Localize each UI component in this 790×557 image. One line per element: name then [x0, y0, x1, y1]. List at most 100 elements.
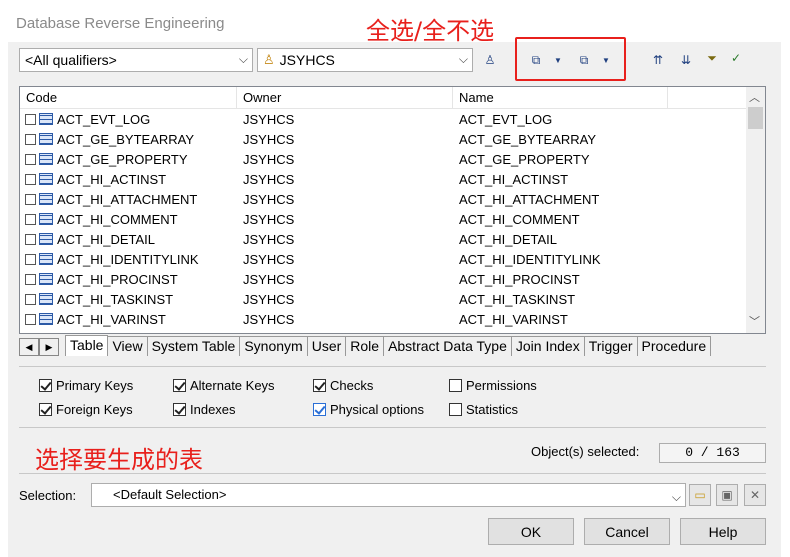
row-name: ACT_HI_IDENTITYLINK	[459, 251, 601, 267]
row-checkbox[interactable]	[25, 173, 36, 185]
checks-checkbox[interactable]	[313, 379, 326, 392]
tab-abstract-data-type[interactable]: Abstract Data Type	[384, 336, 512, 356]
deselect-all-dropdown-icon[interactable]: ▼	[596, 50, 616, 70]
delete-icon[interactable]: ✕	[744, 484, 766, 506]
separator	[19, 473, 766, 474]
row-checkbox[interactable]	[25, 113, 36, 125]
save-icon[interactable]: ▣	[716, 484, 738, 506]
row-code: ACT_GE_BYTEARRAY	[57, 131, 195, 147]
row-owner: JSYHCS	[243, 211, 295, 227]
row-checkbox[interactable]	[25, 193, 36, 205]
table-row[interactable]: ACT_HI_TASKINST JSYHCS ACT_HI_TASKINST	[20, 289, 746, 309]
table-row[interactable]: ACT_HI_DETAIL JSYHCS ACT_HI_DETAIL	[20, 229, 746, 249]
object-list[interactable]: Code Owner Name ACT_EVT_LOG JSYHCS ACT_EVT…	[19, 86, 766, 334]
column-header-code[interactable]: Code	[20, 87, 237, 109]
tab-system-table[interactable]: System Table	[147, 336, 241, 356]
column-header-owner[interactable]: Owner	[237, 87, 453, 109]
filter-check-icon[interactable]: ✓	[726, 48, 746, 68]
option-permissions[interactable]: Permissions	[449, 378, 537, 393]
row-checkbox[interactable]	[25, 233, 36, 245]
option-alternate-keys[interactable]: Alternate Keys	[173, 378, 275, 393]
table-icon	[39, 313, 53, 325]
row-name: ACT_HI_DETAIL	[459, 231, 558, 247]
table-row[interactable]: ACT_GE_BYTEARRAY JSYHCS ACT_GE_BYTEARRAY	[20, 129, 746, 149]
table-row[interactable]: ACT_HI_ACTINST JSYHCS ACT_HI_ACTINST	[20, 169, 746, 189]
owner-select[interactable]: ♙ JSYHCS ⌵	[257, 48, 473, 72]
option-primary-keys[interactable]: Primary Keys	[39, 378, 133, 393]
option-statistics[interactable]: Statistics	[449, 402, 518, 417]
option-checks[interactable]: Checks	[313, 378, 373, 393]
row-name: ACT_GE_BYTEARRAY	[459, 131, 597, 147]
tab-role[interactable]: Role	[346, 336, 385, 356]
row-checkbox[interactable]	[25, 253, 36, 265]
row-name: ACT_HI_ATTACHMENT	[459, 191, 600, 207]
option-physical-options[interactable]: Physical options	[313, 402, 424, 417]
tab-table[interactable]: Table	[65, 335, 109, 356]
open-folder-icon[interactable]: ▭	[689, 484, 711, 506]
table-row[interactable]: ACT_HI_ATTACHMENT JSYHCS ACT_HI_ATTACHMENT	[20, 189, 746, 209]
table-row[interactable]: ACT_EVT_LOG JSYHCS ACT_EVT_LOG	[20, 109, 746, 129]
row-owner: JSYHCS	[243, 171, 295, 187]
move-up-icon[interactable]: ⇈	[648, 50, 668, 70]
object-type-tabs: ◀ ▶ Table View System Table Synonym User…	[19, 335, 766, 356]
table-icon	[39, 293, 53, 305]
primary-keys-checkbox[interactable]	[39, 379, 52, 392]
row-checkbox[interactable]	[25, 313, 36, 325]
row-checkbox[interactable]	[25, 334, 36, 335]
physical-options-checkbox[interactable]	[313, 403, 326, 416]
help-button[interactable]: Help	[680, 518, 766, 545]
selection-select[interactable]: <Default Selection> ⌵	[91, 483, 686, 507]
cancel-button[interactable]: Cancel	[584, 518, 670, 545]
ok-button[interactable]: OK	[488, 518, 574, 545]
row-checkbox[interactable]	[25, 273, 36, 285]
table-row[interactable]: ACT_HI_IDENTITYLINK JSYHCS ACT_HI_IDENTITY…	[20, 249, 746, 269]
select-all-dropdown-icon[interactable]: ▼	[548, 50, 568, 70]
tab-scroll-left-icon[interactable]: ◀	[19, 338, 39, 356]
row-checkbox[interactable]	[25, 133, 36, 145]
foreign-keys-checkbox[interactable]	[39, 403, 52, 416]
table-row[interactable]: ACT_ID_GROUPJSYHCSACT_ID_GROUP	[20, 329, 746, 334]
table-row[interactable]: ACT_HI_COMMENT JSYHCS ACT_HI_COMMENT	[20, 209, 746, 229]
row-code: ACT_HI_COMMENT	[57, 211, 178, 227]
table-row[interactable]: ACT_HI_VARINST JSYHCS ACT_HI_VARINST	[20, 309, 746, 329]
select-all-icon[interactable]: ⧉	[526, 50, 546, 70]
scroll-thumb[interactable]	[748, 107, 763, 129]
objects-selected-count: 0 / 163	[659, 443, 766, 463]
column-header-name[interactable]: Name	[453, 87, 668, 109]
indexes-checkbox[interactable]	[173, 403, 186, 416]
statistics-checkbox[interactable]	[449, 403, 462, 416]
tab-procedure[interactable]: Procedure	[637, 336, 712, 356]
table-row[interactable]: ACT_HI_PROCINST JSYHCS ACT_HI_PROCINST	[20, 269, 746, 289]
scroll-up-icon[interactable]: ︿	[749, 89, 760, 105]
row-owner: JSYHCS	[243, 151, 295, 167]
qualifier-select[interactable]: <All qualifiers> ⌵	[19, 48, 253, 72]
chevron-down-icon: ⌵	[238, 52, 248, 66]
row-code: ACT_HI_TASKINST	[57, 291, 174, 307]
tab-join-index[interactable]: Join Index	[511, 336, 585, 356]
alternate-keys-checkbox[interactable]	[173, 379, 186, 392]
option-foreign-keys[interactable]: Foreign Keys	[39, 402, 133, 417]
row-checkbox[interactable]	[25, 213, 36, 225]
table-icon	[39, 113, 53, 125]
vertical-scrollbar[interactable]: ︿ ﹀	[746, 87, 765, 333]
qualifier-select-value: <All qualifiers>	[25, 52, 117, 68]
tab-trigger[interactable]: Trigger	[584, 336, 638, 356]
deselect-all-icon[interactable]: ⧉	[574, 50, 594, 70]
row-checkbox[interactable]	[25, 153, 36, 165]
tab-scroll-right-icon[interactable]: ▶	[39, 338, 59, 356]
table-row[interactable]: ACT_GE_PROPERTY JSYHCS ACT_GE_PROPERTY	[20, 149, 746, 169]
row-owner: JSYHCS	[243, 291, 295, 307]
table-icon	[39, 253, 53, 265]
tab-view[interactable]: View	[108, 336, 148, 356]
tab-user[interactable]: User	[307, 336, 347, 356]
filter-icon[interactable]: ⏷	[702, 48, 722, 68]
change-owner-icon[interactable]: ♙	[480, 50, 500, 70]
tab-synonym[interactable]: Synonym	[240, 336, 308, 356]
permissions-checkbox[interactable]	[449, 379, 462, 392]
move-down-icon[interactable]: ⇊	[676, 50, 696, 70]
chevron-down-icon: ⌵	[671, 490, 681, 504]
option-indexes[interactable]: Indexes	[173, 402, 236, 417]
scroll-down-icon[interactable]: ﹀	[749, 313, 760, 329]
chevron-down-icon: ⌵	[458, 52, 468, 66]
row-checkbox[interactable]	[25, 293, 36, 305]
